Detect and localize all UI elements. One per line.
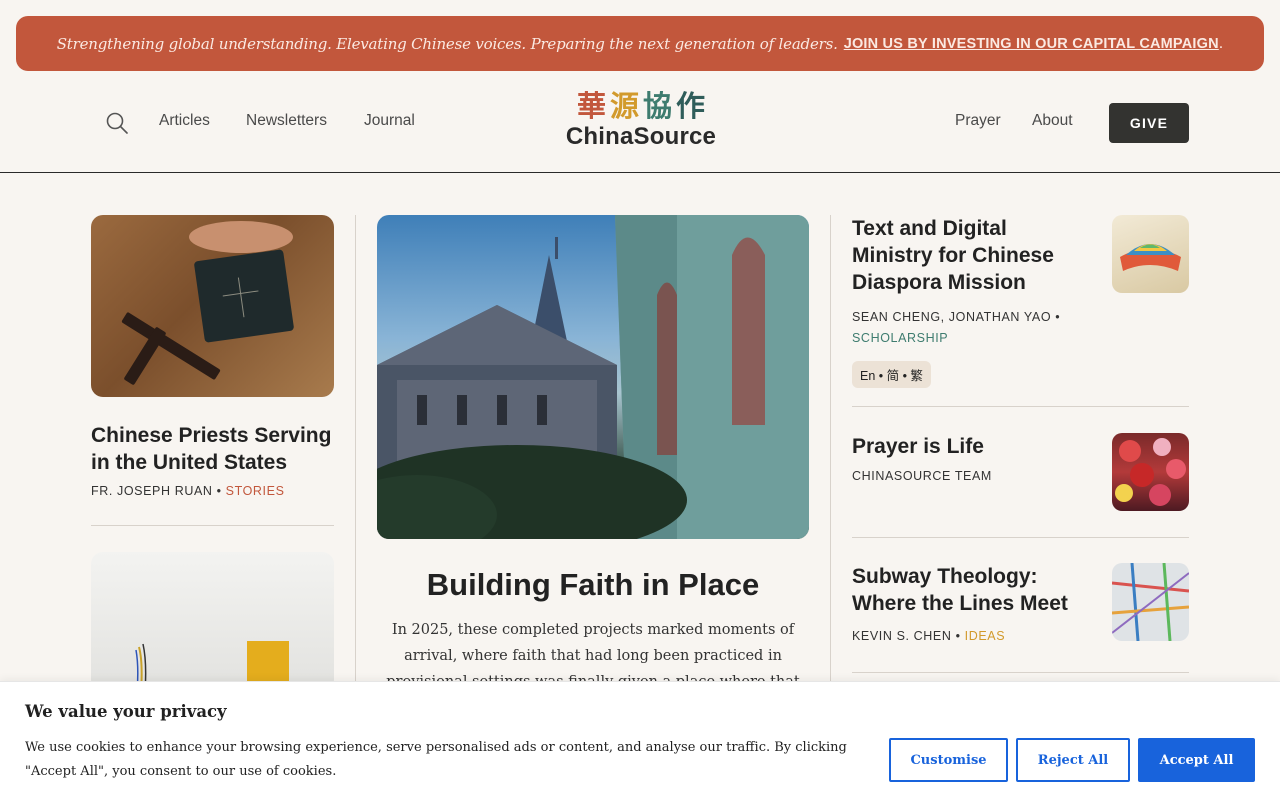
article-author[interactable]: FR. JOSEPH RUAN (91, 484, 213, 498)
sidebar-article-1: Text and Digital Ministry for Chinese Di… (852, 215, 1189, 388)
divider (852, 406, 1189, 407)
meta-separator: • (955, 629, 965, 643)
cookie-consent-banner: We value your privacy We use cookies to … (0, 681, 1280, 800)
divider (852, 672, 1189, 673)
announcement-banner: Strengthening global understanding. Elev… (16, 16, 1264, 71)
left-column: Chinese Priests Serving in the United St… (91, 215, 334, 692)
logo-char: 源 (609, 89, 639, 123)
logo-char: 作 (676, 89, 706, 123)
nav-prayer[interactable]: Prayer (955, 112, 1001, 130)
featured-image-church[interactable] (377, 215, 809, 539)
site-header: Articles Newsletters Journal 華 源 協 作 Chi… (0, 71, 1280, 173)
article-meta: FR. JOSEPH RUAN • STORIES (91, 484, 334, 498)
banner-tagline: Strengthening global understanding. Elev… (56, 34, 838, 53)
article-title[interactable]: Chinese Priests Serving in the United St… (91, 422, 334, 476)
sidebar-article-authors[interactable]: SEAN CHENG, JONATHAN YAO (852, 310, 1051, 324)
sidebar-article-3: Subway Theology: Where the Lines Meet KE… (852, 563, 1189, 643)
article-image-bible[interactable] (91, 215, 334, 397)
featured-article: Building Faith in Place In 2025, these c… (377, 215, 809, 721)
cookie-text: We use cookies to enhance your browsing … (25, 740, 847, 779)
give-button[interactable]: GIVE (1109, 103, 1189, 143)
language-pill[interactable]: En • 简 • 繁 (852, 361, 931, 388)
meta-separator: • (216, 484, 226, 498)
column-divider (830, 215, 831, 685)
search-icon[interactable] (105, 111, 129, 135)
sidebar-thumbnail-book[interactable] (1112, 215, 1189, 293)
divider (91, 525, 334, 526)
sidebar-article-title[interactable]: Text and Digital Ministry for Chinese Di… (852, 215, 1082, 296)
cookie-heading: We value your privacy (25, 702, 227, 721)
featured-title[interactable]: Building Faith in Place (377, 567, 809, 603)
article-image-minimal[interactable] (91, 552, 334, 692)
sidebar-thumbnail-lanterns[interactable] (1112, 433, 1189, 511)
logo-char: 協 (643, 89, 673, 123)
meta-separator: • (1051, 310, 1061, 324)
nav-about[interactable]: About (1032, 112, 1073, 130)
sidebar-article-meta: SEAN CHENG, JONATHAN YAO • SCHOLARSHIP (852, 307, 1189, 349)
accept-all-button[interactable]: Accept All (1138, 738, 1255, 782)
logo-char: 華 (576, 89, 606, 123)
sidebar-article-authors[interactable]: KEVIN S. CHEN (852, 629, 952, 643)
logo-chinese-characters: 華 源 協 作 (562, 89, 720, 123)
article-category[interactable]: STORIES (226, 484, 285, 498)
logo-wordmark: ChinaSource (565, 123, 717, 150)
sidebar-article-2: Prayer is Life CHINASOURCE TEAM (852, 433, 1189, 511)
sidebar-article-title[interactable]: Prayer is Life (852, 433, 1082, 460)
nav-articles[interactable]: Articles (159, 112, 210, 130)
nav-newsletters[interactable]: Newsletters (246, 112, 327, 130)
sidebar-article-category[interactable]: IDEAS (965, 629, 1006, 643)
divider (852, 537, 1189, 538)
sidebar-article-title[interactable]: Subway Theology: Where the Lines Meet (852, 563, 1082, 617)
sidebar-thumbnail-subway-map[interactable] (1112, 563, 1189, 641)
customise-button[interactable]: Customise (889, 738, 1008, 782)
sidebar-article-category[interactable]: SCHOLARSHIP (852, 331, 948, 345)
site-logo[interactable]: 華 源 協 作 ChinaSource (562, 89, 720, 155)
campaign-link[interactable]: JOIN US BY INVESTING IN OUR CAPITAL CAMP… (844, 36, 1219, 52)
nav-journal[interactable]: Journal (364, 112, 415, 130)
reject-all-button[interactable]: Reject All (1016, 738, 1130, 782)
column-divider (355, 215, 356, 685)
banner-period: . (1218, 34, 1224, 52)
